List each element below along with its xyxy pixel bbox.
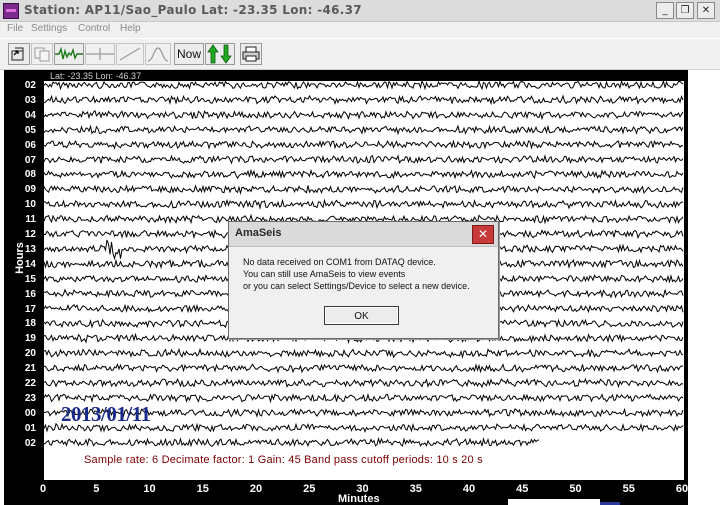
minute-tick-20: 20 [249, 483, 263, 495]
up-down-arrows-icon [207, 44, 232, 64]
trace-hour-09-7 [43, 184, 684, 196]
x-axis-title: Minutes [338, 493, 380, 505]
trace-hour-03-1 [43, 94, 684, 106]
dialog-title-bar: AmaSeis ✕ [229, 222, 498, 247]
hour-label-8: 10 [24, 199, 36, 211]
acquisition-settings-info: Sample rate: 6 Decimate factor: 1 Gain: … [84, 454, 483, 466]
title-bar: Station: AP11/Sao_Paulo Lat: -23.35 Lon:… [0, 0, 720, 22]
minimize-button[interactable]: _ [656, 2, 674, 19]
ok-button[interactable]: OK [324, 306, 399, 325]
hour-label-15: 17 [24, 303, 36, 315]
menu-bar: File Settings Control Help [0, 22, 720, 38]
hour-label-16: 18 [24, 318, 36, 330]
hour-label-18: 20 [24, 348, 36, 360]
station-latlon: Lat: -23.35 Lon: -46.37 [50, 71, 142, 81]
minute-tick-60: 60 [675, 483, 689, 495]
trace-hour-05-3 [43, 124, 684, 136]
minute-tick-15: 15 [196, 483, 209, 495]
amaseis-app-icon[interactable] [3, 3, 19, 19]
hour-label-9: 11 [25, 214, 36, 226]
copy-icon [34, 47, 50, 62]
now-button[interactable]: Now [174, 43, 204, 65]
hour-label-0: 02 [24, 80, 36, 91]
minute-tick-5: 5 [93, 483, 100, 495]
menu-file[interactable]: File [7, 23, 23, 34]
hour-label-19: 21 [24, 363, 36, 375]
hour-label-13: 15 [24, 273, 36, 285]
trace-hour-02-24 [43, 436, 540, 448]
hour-label-20: 22 [24, 378, 36, 389]
dialog-message-line: or you can select Settings/Device to sel… [243, 281, 470, 291]
minute-tick-50: 50 [569, 483, 582, 495]
hour-label-6: 08 [24, 169, 36, 181]
minute-tick-35: 35 [409, 483, 422, 495]
trace-hour-04-2 [43, 109, 684, 121]
hour-label-21: 23 [24, 392, 36, 404]
hour-label-10: 12 [24, 229, 36, 240]
minute-tick-55: 55 [622, 483, 635, 495]
close-window-button[interactable]: ✕ [697, 2, 715, 19]
print-icon [242, 46, 260, 62]
spectrum-icon [147, 47, 169, 62]
hour-label-4: 06 [24, 139, 36, 151]
trace-hour-21-19 [44, 362, 684, 374]
status-patch [508, 499, 600, 505]
hour-label-14: 16 [24, 288, 36, 300]
hour-label-1: 03 [24, 94, 36, 106]
hour-label-5: 07 [24, 154, 36, 166]
toolbar: Now [0, 39, 720, 70]
trace-hour-06-4 [43, 139, 684, 150]
restore-button[interactable]: ❐ [676, 2, 694, 19]
minute-tick-0: 0 [39, 483, 47, 495]
dialog-message-line: No data received on COM1 from DATAQ devi… [243, 257, 436, 267]
pick-icon [86, 48, 114, 60]
now-label: Now [176, 47, 201, 61]
slope-button[interactable] [116, 43, 144, 65]
menu-control[interactable]: Control [78, 23, 110, 34]
amaseis-dialog: AmaSeis ✕ No data received on COM1 from … [228, 221, 499, 339]
hour-label-22: 00 [24, 407, 36, 419]
hour-label-2: 04 [24, 109, 36, 121]
trace-hour-02-0 [43, 79, 684, 91]
window-title: Station: AP11/Sao_Paulo Lat: -23.35 Lon:… [24, 3, 362, 17]
hour-label-7: 09 [24, 184, 36, 196]
waveform-button[interactable] [54, 43, 84, 65]
hour-label-3: 05 [24, 124, 36, 136]
hour-label-23: 01 [24, 422, 36, 434]
menu-settings[interactable]: Settings [31, 23, 67, 34]
hour-label-17: 19 [24, 333, 36, 345]
minute-tick-10: 10 [143, 483, 156, 495]
spectrum-button[interactable] [145, 43, 171, 65]
copy-button[interactable] [31, 43, 53, 65]
scroll-updown-button[interactable] [205, 43, 235, 65]
menu-help[interactable]: Help [120, 23, 141, 34]
dialog-title: AmaSeis [235, 227, 282, 239]
minute-tick-25: 25 [303, 483, 316, 495]
trace-hour-22-20 [43, 377, 684, 389]
dialog-message-line: You can still use AmaSeis to view events [243, 269, 406, 279]
hour-label-24: 02 [24, 437, 36, 449]
waveform-icon [55, 47, 83, 61]
minute-tick-45: 45 [516, 483, 529, 495]
open-file-button[interactable] [8, 43, 30, 65]
hour-label-11: 13 [24, 243, 36, 255]
trace-hour-07-5 [43, 153, 684, 165]
open-file-icon [11, 47, 24, 61]
slope-icon [119, 47, 141, 61]
right-margin [688, 70, 720, 505]
print-button[interactable] [240, 43, 262, 65]
dialog-close-button[interactable]: ✕ [472, 225, 494, 244]
trace-hour-20-18 [43, 347, 684, 359]
minute-tick-40: 40 [462, 483, 476, 495]
trace-hour-08-6 [43, 168, 684, 180]
hour-label-12: 14 [24, 258, 36, 270]
date-stamp: 2013/01/11 [61, 402, 151, 426]
trace-hour-10-8 [43, 198, 684, 210]
pick-button[interactable] [85, 43, 115, 65]
trace-hour-23-21 [43, 393, 684, 404]
